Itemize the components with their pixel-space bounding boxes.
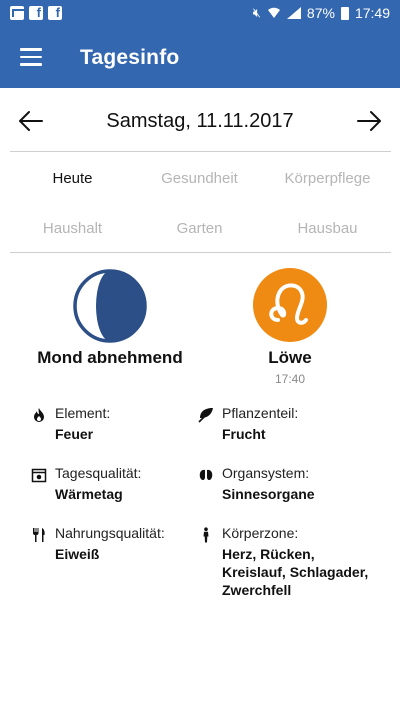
info-value: Herz, Rücken, Kreislauf, Schlagader, Zwe… <box>222 545 368 599</box>
info-organsystem: Organsystem: Sinnesorgane <box>198 465 388 505</box>
info-value-line: Kreislauf, Schlagader, <box>222 564 369 580</box>
zodiac-sign-time: 17:40 <box>274 372 306 386</box>
info-label: Körperzone: <box>222 525 299 541</box>
arrow-right-icon[interactable] <box>356 108 382 134</box>
facebook-icon: f <box>48 6 62 20</box>
signal-icon <box>286 7 301 19</box>
info-value: Sinnesorgane <box>222 486 315 502</box>
info-koerperzone: Körperzone: Herz, Rücken, Kreislauf, Sch… <box>198 525 388 605</box>
info-label: Element: <box>55 405 111 421</box>
info-value: Frucht <box>222 426 266 442</box>
wifi-icon <box>267 7 280 18</box>
divider <box>10 252 391 253</box>
tab-hausbau[interactable]: Hausbau <box>261 220 394 237</box>
moon-phase-label: Mond abnehmend <box>37 348 183 367</box>
leaf-icon <box>198 408 213 423</box>
tab-haushalt[interactable]: Haushalt <box>6 220 139 237</box>
tab-garten[interactable]: Garten <box>133 220 266 237</box>
human-body-icon <box>203 527 209 543</box>
info-value-line: Zwerchfell <box>222 582 292 598</box>
info-value: Eiweiß <box>55 546 100 562</box>
app-bar: Tagesinfo <box>0 28 400 88</box>
info-label: Pflanzenteil: <box>222 405 299 421</box>
info-nahrungsqualitaet: Nahrungsqualität: Eiweiß <box>31 525 196 565</box>
info-label: Tagesqualität: <box>55 465 142 481</box>
info-tagesqualitaet: Tagesqualität: Wärmetag <box>31 465 196 505</box>
clock: 17:49 <box>354 5 390 21</box>
mute-icon: 🔇︎ <box>252 5 261 20</box>
organs-icon <box>199 469 213 480</box>
battery-icon <box>340 6 349 20</box>
info-label: Organsystem: <box>222 465 310 481</box>
calendar-sun-icon <box>31 468 47 483</box>
info-value-line: Herz, Rücken, <box>222 546 315 562</box>
tab-heute[interactable]: Heute <box>6 170 139 187</box>
facebook-icon: f <box>29 6 43 20</box>
info-element: Element: Feuer <box>31 405 196 445</box>
moon-waning-icon <box>73 269 147 343</box>
info-value: Wärmetag <box>55 486 123 502</box>
system-status: 🔇︎ 87% 17:49 <box>253 5 390 21</box>
hamburger-menu-icon[interactable] <box>20 48 42 66</box>
notification-icons: f f <box>10 6 62 20</box>
cutlery-icon <box>33 528 45 542</box>
status-bar: f f 🔇︎ 87% 17:49 <box>0 0 400 28</box>
divider <box>10 151 391 152</box>
leo-zodiac-icon <box>253 268 327 342</box>
mail-icon <box>10 6 26 20</box>
tab-koerperpflege[interactable]: Körperpflege <box>261 170 394 187</box>
info-label: Nahrungsqualität: <box>55 525 165 541</box>
tab-gesundheit[interactable]: Gesundheit <box>133 170 266 187</box>
info-pflanzenteil: Pflanzenteil: Frucht <box>198 405 388 445</box>
current-date: Samstag, 11.11.2017 <box>106 110 294 132</box>
info-value: Feuer <box>55 426 94 442</box>
app-title: Tagesinfo <box>80 46 180 69</box>
battery-percent: 87% <box>306 5 335 21</box>
date-navigation: Samstag, 11.11.2017 <box>0 100 400 142</box>
fire-icon <box>34 408 44 422</box>
zodiac-sign-label: Löwe <box>268 348 312 367</box>
